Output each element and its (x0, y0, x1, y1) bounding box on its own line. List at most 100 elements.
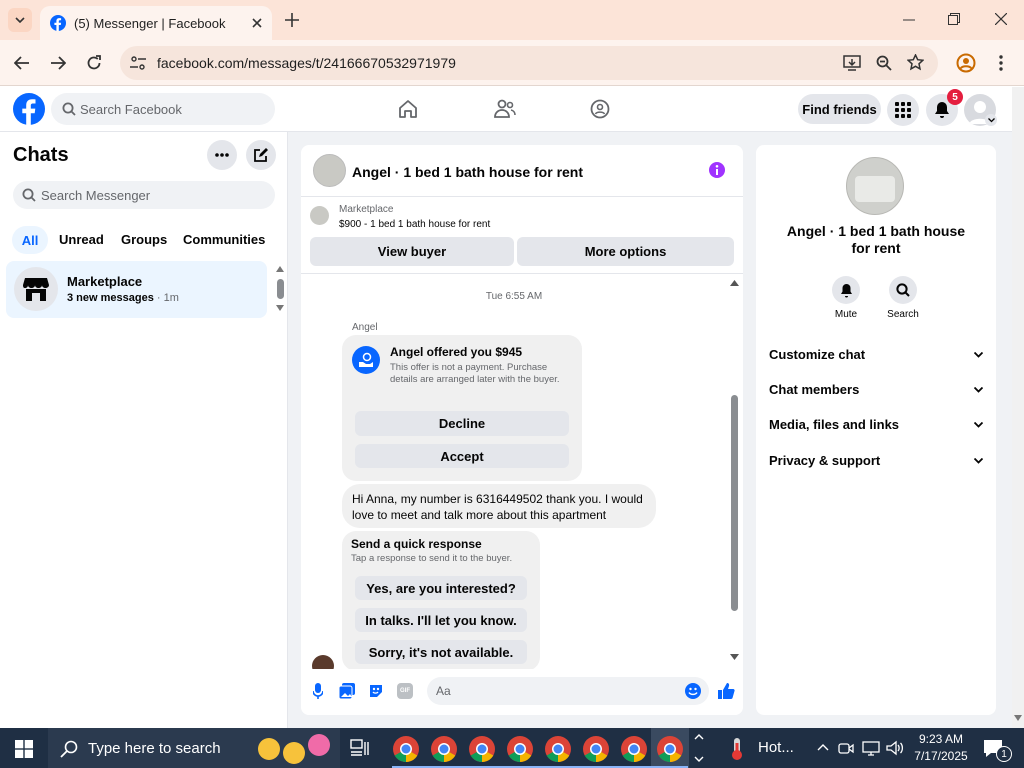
home-nav-icon[interactable] (398, 99, 418, 119)
forward-arrow-icon[interactable] (50, 56, 66, 70)
browser-tab[interactable]: (5) Messenger | Facebook (40, 6, 272, 40)
windows-start-icon[interactable] (15, 740, 33, 758)
tab-search-button[interactable] (8, 8, 32, 32)
filter-all[interactable]: All (12, 226, 48, 254)
quick-response-option[interactable]: Sorry, it's not available. (355, 640, 527, 664)
accept-offer-button[interactable]: Accept (355, 444, 569, 468)
search-in-chat-button[interactable] (889, 276, 917, 304)
info-avatar[interactable] (846, 157, 904, 215)
messages-scroll-down-icon[interactable] (730, 654, 739, 660)
show-hidden-icons-icon[interactable] (817, 744, 829, 751)
account-menu-chevron[interactable] (985, 114, 997, 126)
conversation-title[interactable]: Angel · 1 bed 1 bath house for rent (352, 164, 583, 180)
chevron-down-icon (15, 17, 25, 23)
chrome-logo-icon (507, 736, 533, 763)
network-icon[interactable] (862, 740, 880, 756)
conversation-info-button[interactable] (709, 162, 725, 178)
photo-icon[interactable] (339, 683, 355, 699)
messenger-favicon-icon (50, 15, 66, 31)
messages-scrollbar-thumb[interactable] (731, 395, 738, 611)
facebook-search-input[interactable]: Search Facebook (51, 93, 275, 125)
chat-preview-row: 3 new messages · 1m (67, 292, 179, 304)
clock-time[interactable]: 9:23 AM (912, 732, 970, 746)
decline-offer-button[interactable]: Decline (355, 411, 569, 436)
close-window-icon[interactable] (995, 13, 1007, 25)
friends-nav-icon[interactable] (494, 99, 516, 119)
chrome-logo-icon (621, 736, 647, 763)
address-bar[interactable]: facebook.com/messages/t/2416667053297197… (120, 46, 938, 80)
storefront-icon (23, 278, 49, 301)
task-view-icon[interactable] (350, 739, 370, 757)
chat-members-section[interactable]: Chat members (769, 382, 983, 397)
facebook-logo-icon[interactable] (13, 93, 45, 125)
media-files-links-section[interactable]: Media, files and links (769, 417, 983, 432)
new-message-button[interactable] (246, 140, 276, 170)
quick-response-bubble: Send a quick response Tap a response to … (342, 531, 540, 671)
weather-text[interactable]: Hot... (758, 739, 794, 756)
sticker-icon[interactable] (368, 683, 384, 699)
chevron-down-icon (987, 117, 995, 122)
facebook-header: Search Facebook Find friends 5 (0, 87, 1012, 132)
emoji-button[interactable] (685, 683, 701, 699)
menu-button[interactable] (887, 94, 919, 126)
thermometer-weather-icon[interactable] (730, 738, 744, 760)
groups-nav-icon[interactable] (590, 99, 610, 119)
browser-menu-icon[interactable] (999, 55, 1003, 71)
chrome-taskbar-icon-active[interactable] (656, 735, 684, 763)
taskbar-search-box[interactable]: Type here to search (48, 728, 340, 768)
chrome-taskbar-icon[interactable] (468, 735, 496, 763)
quick-response-option[interactable]: In talks. I'll let you know. (355, 608, 527, 632)
messages-scroll-up-icon[interactable] (730, 280, 739, 286)
chrome-taskbar-icon[interactable] (506, 735, 534, 763)
taskbar-overflow-up-icon[interactable] (694, 734, 704, 740)
more-options-button[interactable]: More options (517, 237, 734, 266)
minimize-window-icon[interactable] (903, 19, 915, 21)
reload-icon[interactable] (86, 55, 102, 71)
filter-communities[interactable]: Communities (183, 232, 265, 247)
chrome-taskbar-icon[interactable] (430, 735, 458, 763)
clock-date[interactable]: 7/17/2025 (906, 749, 976, 763)
profile-icon[interactable] (956, 53, 976, 73)
new-tab-icon[interactable] (285, 13, 299, 27)
message-input[interactable]: Aa (427, 677, 709, 705)
site-settings-icon[interactable] (130, 56, 146, 70)
customize-chat-section[interactable]: Customize chat (769, 347, 983, 362)
action-center-count: 1 (1001, 748, 1007, 760)
meet-now-icon[interactable] (838, 740, 854, 756)
message-input-placeholder: Aa (436, 684, 451, 698)
chat-list-scrollbar-thumb[interactable] (277, 279, 284, 299)
messenger-search-input[interactable]: Search Messenger (13, 181, 275, 209)
chrome-logo-icon (393, 736, 419, 763)
microphone-icon[interactable] (313, 683, 323, 699)
restore-window-icon[interactable] (948, 13, 960, 25)
view-buyer-button[interactable]: View buyer (310, 237, 514, 266)
conversation-avatar[interactable] (313, 154, 346, 187)
chrome-taskbar-icon[interactable] (582, 735, 610, 763)
taskbar-overflow-down-icon[interactable] (694, 756, 704, 762)
chats-options-button[interactable] (207, 140, 237, 170)
page-scrollbar[interactable] (1012, 87, 1024, 728)
listing-thumbnail[interactable] (310, 206, 329, 225)
zoom-icon[interactable] (876, 55, 892, 71)
chrome-taskbar-icon[interactable] (392, 735, 420, 763)
mute-button[interactable] (832, 276, 860, 304)
privacy-support-section[interactable]: Privacy & support (769, 453, 983, 468)
thumbs-up-icon[interactable] (717, 682, 735, 700)
chat-list-item[interactable]: Marketplace 3 new messages · 1m (6, 261, 267, 318)
find-friends-label: Find friends (802, 101, 877, 117)
chrome-taskbar-icon[interactable] (620, 735, 648, 763)
close-tab-icon[interactable] (252, 18, 262, 28)
bookmark-star-icon[interactable] (907, 54, 924, 71)
volume-icon[interactable] (886, 740, 904, 756)
scroll-down-arrow-icon[interactable] (1014, 715, 1022, 721)
chrome-taskbar-icon[interactable] (544, 735, 572, 763)
install-app-icon[interactable] (843, 55, 861, 71)
chat-list-scroll-up-icon[interactable] (276, 266, 284, 272)
filter-groups[interactable]: Groups (121, 232, 167, 247)
find-friends-button[interactable]: Find friends (798, 94, 881, 124)
quick-response-option[interactable]: Yes, are you interested? (355, 576, 527, 600)
chat-list-scroll-down-icon[interactable] (276, 305, 284, 311)
back-arrow-icon[interactable] (14, 56, 30, 70)
gif-icon[interactable]: GIF (397, 683, 413, 699)
filter-unread[interactable]: Unread (59, 232, 104, 247)
